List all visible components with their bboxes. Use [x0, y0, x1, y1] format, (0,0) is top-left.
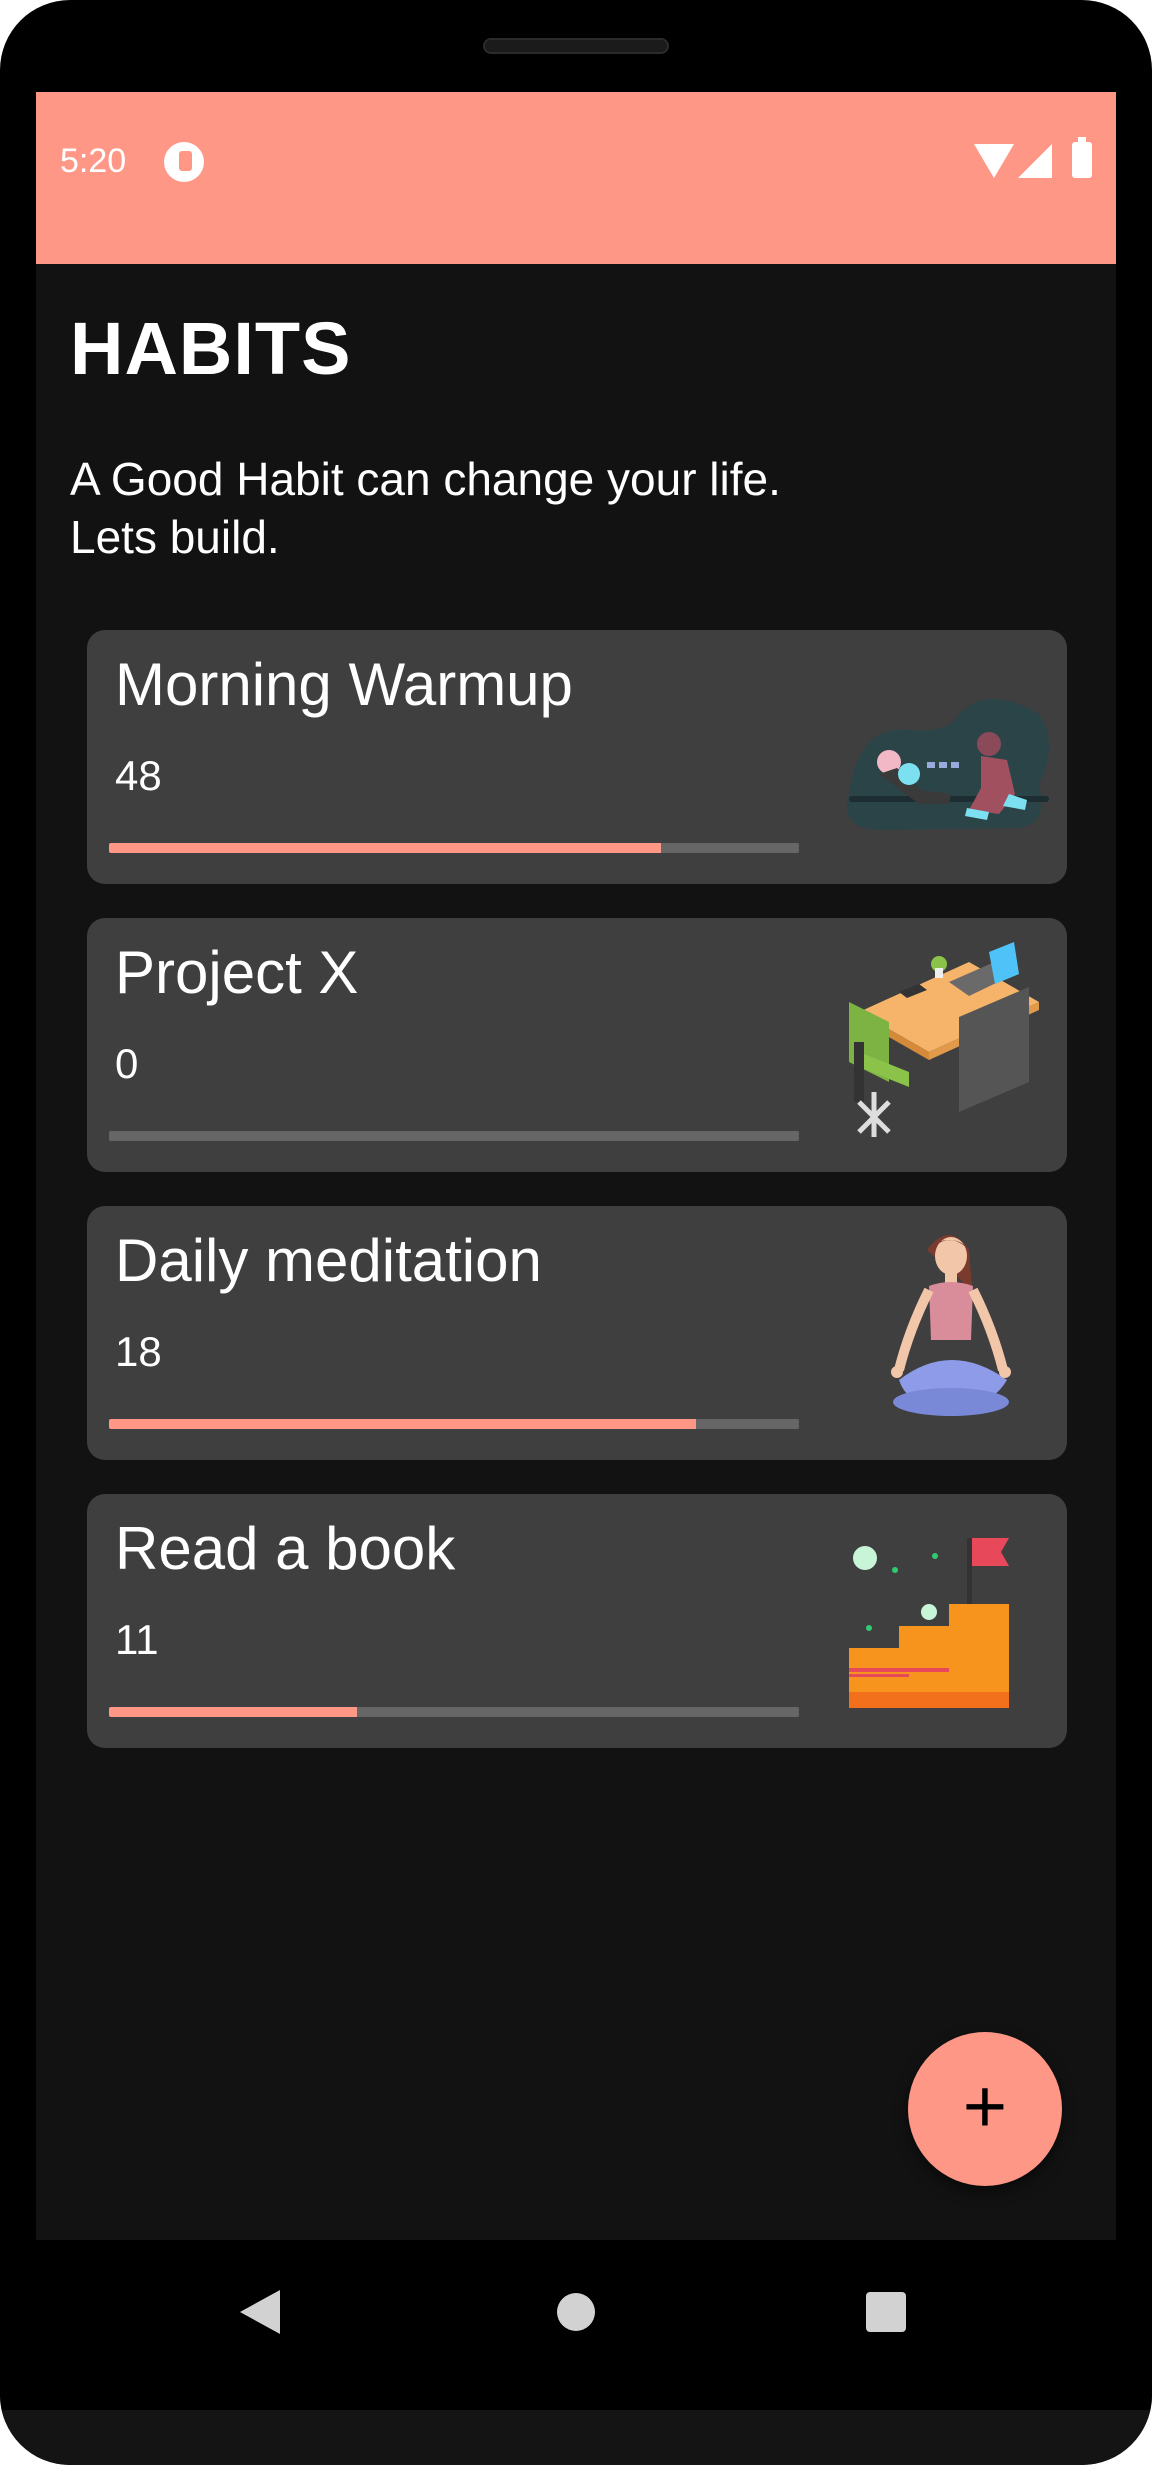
- back-icon[interactable]: [240, 2290, 280, 2334]
- stairs-flag-illustration: [849, 1538, 1009, 1708]
- habit-count: 0: [115, 1040, 139, 1087]
- habit-title: Morning Warmup: [115, 651, 573, 718]
- home-icon[interactable]: [557, 2293, 595, 2331]
- habit-card-project-x[interactable]: Project X 0: [87, 918, 1067, 1172]
- habit-progress-fill: [109, 1707, 358, 1717]
- workout-illustration: [847, 699, 1049, 830]
- battery-icon: [1072, 137, 1092, 178]
- habit-progress-fill: [109, 1419, 696, 1429]
- device-chin: [0, 2410, 1152, 2465]
- meditation-illustration: [891, 1235, 1011, 1416]
- habit-card-morning-warmup[interactable]: Morning Warmup 48: [87, 630, 1067, 884]
- notification-app-icon: [164, 142, 204, 182]
- habit-progress-bar: [109, 1131, 799, 1141]
- habit-card-read-a-book[interactable]: Read a book 11: [87, 1494, 1067, 1748]
- desk-illustration: [849, 942, 1039, 1137]
- habit-count: 48: [115, 752, 162, 799]
- habit-title: Read a book: [115, 1515, 456, 1582]
- device-frame: 5:20 HABITS A Good Habit can change your…: [0, 0, 1152, 2465]
- habit-title: Project X: [115, 939, 359, 1006]
- system-navigation-bar: [0, 2240, 1152, 2410]
- cell-signal-icon: [1018, 144, 1052, 178]
- habit-card-daily-meditation[interactable]: Daily meditation 18: [87, 1206, 1067, 1460]
- page-title: HABITS: [70, 307, 352, 390]
- habit-progress-bar: [109, 1707, 799, 1717]
- habit-title: Daily meditation: [115, 1227, 542, 1294]
- plus-icon: +: [962, 2064, 1008, 2149]
- app-screen: 5:20 HABITS A Good Habit can change your…: [36, 92, 1116, 2240]
- recents-icon[interactable]: [866, 2292, 906, 2332]
- habit-count: 11: [115, 1616, 159, 1663]
- status-time: 5:20: [60, 142, 127, 180]
- habit-progress-bar: [109, 843, 799, 853]
- habit-progress-bar: [109, 1419, 799, 1429]
- subtitle-line-1: A Good Habit can change your life.: [70, 453, 781, 505]
- earpiece-speaker: [483, 38, 669, 54]
- subtitle-line-2: Lets build.: [70, 511, 280, 563]
- page-subtitle: A Good Habit can change your life. Lets …: [70, 450, 970, 566]
- habit-progress-fill: [109, 843, 661, 853]
- status-bar: 5:20: [36, 92, 1116, 264]
- wifi-icon: [974, 144, 1014, 178]
- add-habit-button[interactable]: +: [908, 2032, 1062, 2186]
- habit-count: 18: [115, 1328, 162, 1375]
